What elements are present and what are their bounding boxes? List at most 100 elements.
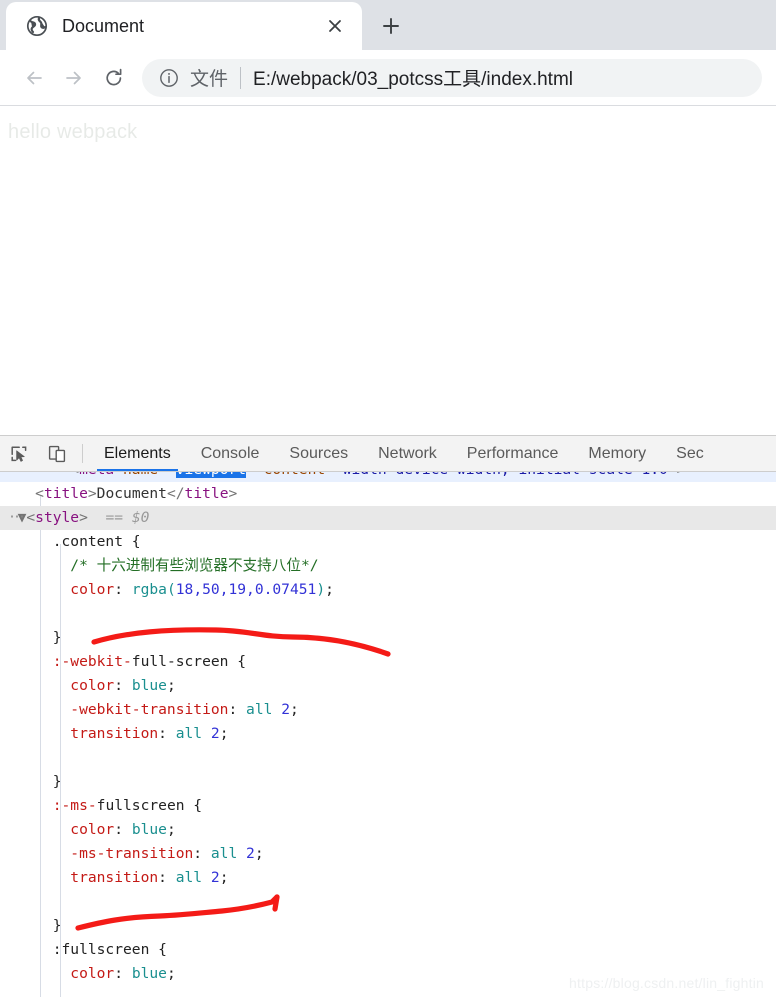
browser-window: Document 文件 E:/webpack/03_potcss工具/index… xyxy=(0,0,776,997)
device-toolbar-icon[interactable] xyxy=(38,436,76,471)
line-webkit-fullscreen-open[interactable]: :-webkit-full-screen { xyxy=(0,650,776,674)
code-token: } xyxy=(0,629,62,646)
code-token: :-webkit- xyxy=(0,653,132,670)
code-token: all xyxy=(246,701,273,718)
line-ms-transition-std[interactable]: transition: all 2; xyxy=(0,866,776,890)
line-ms-close[interactable]: } xyxy=(0,914,776,938)
browser-tab-document[interactable]: Document xyxy=(6,2,362,50)
more-options-icon[interactable]: ⋯ xyxy=(4,506,30,530)
line-content-close[interactable]: } xyxy=(0,626,776,650)
code-token: .content { xyxy=(0,533,141,550)
code-token: 2 xyxy=(246,845,255,862)
line-comment[interactable]: /* 十六进制有些浏览器不支持八位*/ xyxy=(0,554,776,578)
code-token: : xyxy=(158,869,176,886)
code-token: ; xyxy=(254,845,264,862)
code-token: blue xyxy=(131,965,167,982)
line-webkit-color[interactable]: color: blue; xyxy=(0,674,776,698)
code-token: style xyxy=(35,509,80,526)
reload-button[interactable] xyxy=(94,58,134,98)
code-token: > xyxy=(228,485,238,502)
globe-icon xyxy=(26,15,48,37)
line-webkit-transition-std[interactable]: transition: all 2; xyxy=(0,722,776,746)
tab-network-label: Network xyxy=(378,444,437,462)
code-token: < xyxy=(0,472,79,478)
line-blank-3[interactable] xyxy=(0,890,776,914)
code-token: Document xyxy=(96,485,167,502)
code-token: color xyxy=(0,677,115,694)
tab-security-label: Sec xyxy=(676,444,704,462)
code-token: :-ms- xyxy=(0,797,97,814)
code-token: /* 十六进制有些浏览器不支持八位*/ xyxy=(0,557,319,574)
line-fullscreen-open[interactable]: :fullscreen { xyxy=(0,938,776,962)
code-token: blue xyxy=(131,821,167,838)
code-token: : xyxy=(114,821,132,838)
code-token: full-screen { xyxy=(131,653,247,670)
tab-elements[interactable]: Elements xyxy=(89,436,186,471)
code-token: blue xyxy=(131,677,167,694)
code-token: fullscreen { xyxy=(96,797,203,814)
line-webkit-transition[interactable]: -webkit-transition: all 2; xyxy=(0,698,776,722)
tab-memory[interactable]: Memory xyxy=(573,436,661,471)
line-ms-fullscreen-open[interactable]: :-ms-fullscreen { xyxy=(0,794,776,818)
info-icon[interactable] xyxy=(158,67,180,89)
code-token: : xyxy=(114,677,132,694)
tab-strip: Document xyxy=(0,0,776,50)
tab-network[interactable]: Network xyxy=(363,436,452,471)
code-token: 18,50,19,0.07451 xyxy=(175,581,317,598)
code-token: title xyxy=(43,485,88,502)
tab-performance-label: Performance xyxy=(466,444,559,462)
toolbar-divider xyxy=(82,444,83,463)
line-title[interactable]: <title>Document</title> xyxy=(0,482,776,506)
code-token: color xyxy=(0,821,115,838)
omnibox-divider xyxy=(240,66,242,89)
code-token: all xyxy=(175,869,203,886)
tab-security[interactable]: Sec xyxy=(661,436,719,471)
code-token: : xyxy=(114,581,132,598)
devtools-tab-list: Elements Console Sources Network Perform… xyxy=(89,436,776,471)
line-meta-viewport[interactable]: <meta name="viewport" content="width=dev… xyxy=(0,472,776,482)
code-token: ; xyxy=(166,965,176,982)
line-ms-transition[interactable]: -ms-transition: all 2; xyxy=(0,842,776,866)
code-token: </ xyxy=(166,485,185,502)
line-blank-2[interactable] xyxy=(0,746,776,770)
forward-button[interactable] xyxy=(54,58,94,98)
back-button[interactable] xyxy=(14,58,54,98)
address-bar[interactable]: 文件 E:/webpack/03_potcss工具/index.html xyxy=(142,58,762,97)
code-token: ; xyxy=(166,821,176,838)
line-style-open[interactable]: ⋯ ▼<style> == $0 xyxy=(0,506,776,530)
line-webkit-close[interactable]: } xyxy=(0,770,776,794)
code-token: 2 xyxy=(281,701,290,718)
code-token: : xyxy=(158,725,176,742)
code-token: < xyxy=(0,485,44,502)
close-icon[interactable] xyxy=(318,9,352,43)
code-token: ; xyxy=(289,701,299,718)
code-token: > xyxy=(79,509,88,526)
code-token: : xyxy=(114,965,132,982)
code-token: rgba( xyxy=(131,581,176,598)
tab-memory-label: Memory xyxy=(588,444,647,462)
page-viewport: hello webpack xyxy=(0,107,776,435)
line-color-rgba[interactable]: color: rgba(18,50,19,0.07451); xyxy=(0,578,776,602)
code-token: transition xyxy=(0,725,159,742)
code-token: : xyxy=(193,845,211,862)
tab-console[interactable]: Console xyxy=(186,436,275,471)
code-token: name xyxy=(114,472,158,478)
code-token: ; xyxy=(325,581,334,598)
tab-performance[interactable]: Performance xyxy=(452,436,574,471)
code-token: 2 xyxy=(210,725,220,742)
csdn-watermark: https://blog.csdn.net/lin_fightin xyxy=(569,975,764,991)
new-tab-button[interactable] xyxy=(368,6,414,46)
line-blank-1[interactable] xyxy=(0,602,776,626)
code-token: color xyxy=(0,581,115,598)
code-token: ; xyxy=(166,677,176,694)
elements-dom-tree[interactable]: <meta name="viewport" content="width=dev… xyxy=(0,472,776,997)
code-token: title xyxy=(184,485,229,502)
code-token: ; xyxy=(219,725,229,742)
tab-sources[interactable]: Sources xyxy=(274,436,363,471)
line-ms-color[interactable]: color: blue; xyxy=(0,818,776,842)
inspect-element-icon[interactable] xyxy=(0,436,38,471)
line-content-open[interactable]: .content { xyxy=(0,530,776,554)
